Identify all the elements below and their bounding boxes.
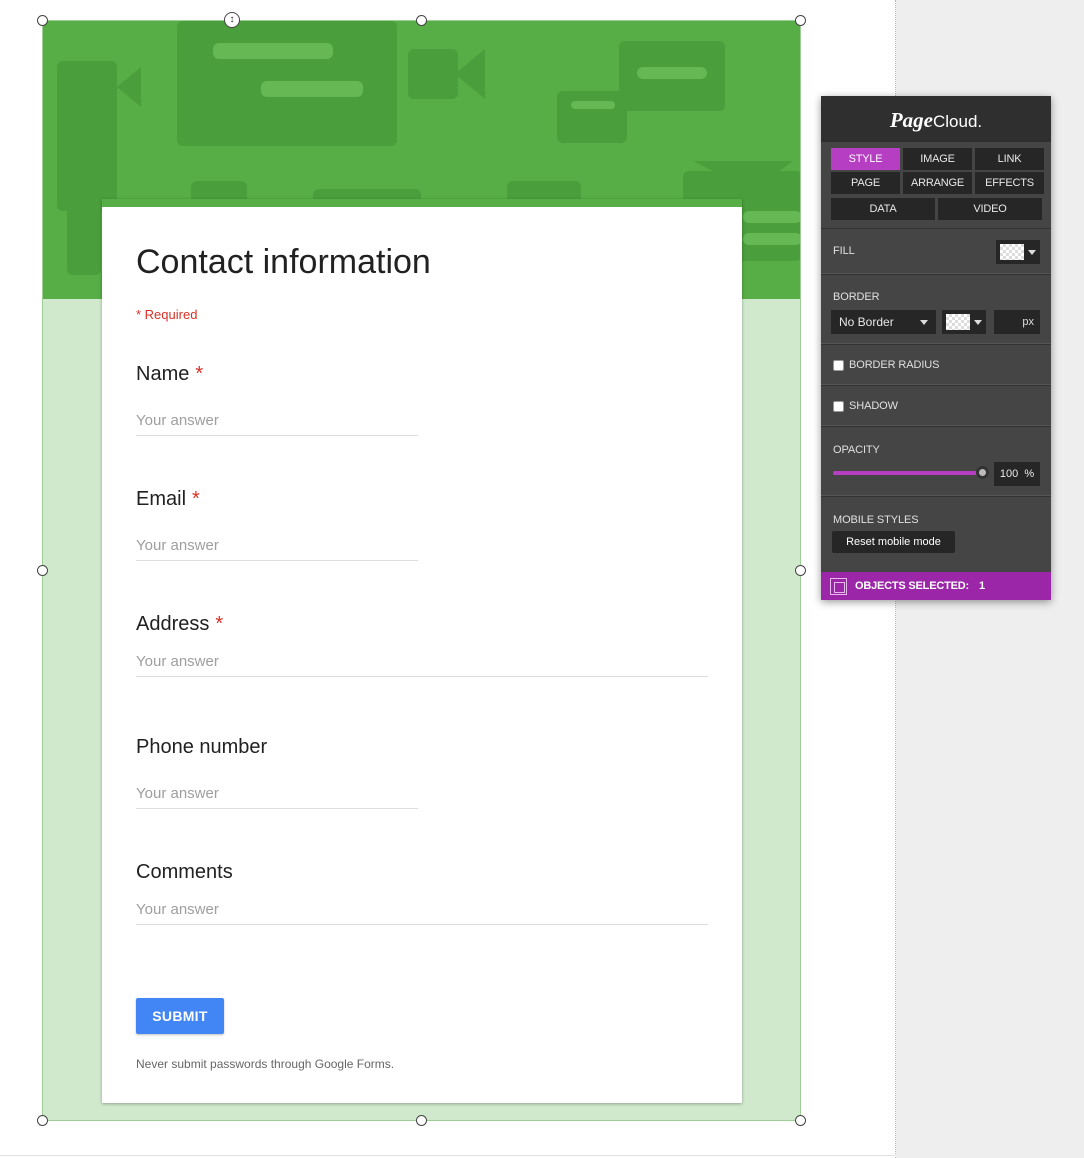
mobile-styles-label: MOBILE STYLES xyxy=(833,514,919,526)
tab-arrange[interactable]: ARRANGE xyxy=(903,172,972,194)
mobile-styles-section: MOBILE STYLES Reset mobile mode xyxy=(821,496,1051,572)
style-panel: PageCloud. STYLE IMAGE LINK PAGE ARRANGE… xyxy=(821,96,1051,600)
address-input[interactable] xyxy=(136,647,708,677)
opacity-slider-knob[interactable] xyxy=(976,466,989,479)
objects-selected-bar: OBJECTS SELECTED: 1 xyxy=(821,572,1051,600)
resize-handle-l[interactable] xyxy=(37,565,48,576)
dropdown-caret-icon xyxy=(920,319,928,325)
shadow-label: SHADOW xyxy=(849,400,898,412)
tab-link[interactable]: LINK xyxy=(975,148,1044,170)
reset-mobile-button[interactable]: Reset mobile mode xyxy=(832,531,955,553)
transparent-swatch xyxy=(946,314,970,330)
question-label-comments: Comments xyxy=(136,861,233,883)
border-label: BORDER xyxy=(833,291,880,303)
opacity-label: OPACITY xyxy=(833,444,880,456)
opacity-input[interactable]: 100 % xyxy=(994,462,1040,486)
question-label-email: Email * xyxy=(136,488,200,510)
required-star: * xyxy=(215,613,224,635)
border-style-value: No Border xyxy=(839,315,894,329)
opacity-slider[interactable] xyxy=(833,466,989,479)
move-handle-icon[interactable]: ↕ xyxy=(224,12,240,28)
submit-button[interactable]: SUBMIT xyxy=(136,998,224,1034)
resize-handle-tr[interactable] xyxy=(795,15,806,26)
comments-input[interactable] xyxy=(136,895,708,925)
tab-data[interactable]: DATA xyxy=(831,198,935,220)
selection-icon xyxy=(830,577,847,595)
resize-handle-t[interactable] xyxy=(416,15,427,26)
resize-handle-r[interactable] xyxy=(795,565,806,576)
resize-handle-br[interactable] xyxy=(795,1115,806,1126)
dropdown-caret-icon xyxy=(1028,249,1036,255)
shadow-checkbox[interactable] xyxy=(833,400,844,412)
password-warning: Never submit passwords through Google Fo… xyxy=(136,1057,395,1071)
border-section: BORDER No Border px xyxy=(821,274,1051,344)
tab-image[interactable]: IMAGE xyxy=(903,148,972,170)
embedded-form[interactable]: Contact information * Required Name* Ema… xyxy=(42,20,801,1121)
tab-style[interactable]: STYLE xyxy=(831,148,900,170)
fill-label: FILL xyxy=(833,245,855,257)
objects-selected-label: OBJECTS SELECTED: xyxy=(855,580,969,592)
border-color-picker[interactable] xyxy=(942,310,986,334)
page-bottom-border xyxy=(0,1155,896,1156)
panel-tabs: STYLE IMAGE LINK PAGE ARRANGE EFFECTS xyxy=(821,142,1051,198)
tab-video[interactable]: VIDEO xyxy=(938,198,1042,220)
border-radius-section: BORDER RADIUS xyxy=(821,344,1051,385)
fill-section: FILL xyxy=(821,228,1051,274)
question-label-phone: Phone number xyxy=(136,736,268,758)
tab-page[interactable]: PAGE xyxy=(831,172,900,194)
fill-color-picker[interactable] xyxy=(996,240,1040,264)
form-card: Contact information * Required Name* Ema… xyxy=(102,199,742,1103)
resize-handle-bl[interactable] xyxy=(37,1115,48,1126)
name-input[interactable] xyxy=(136,406,418,436)
transparent-swatch xyxy=(1000,244,1024,260)
email-input[interactable] xyxy=(136,531,418,561)
editor-canvas: Contact information * Required Name* Ema… xyxy=(0,0,1084,1158)
objects-selected-count: 1 xyxy=(978,580,985,592)
pagecloud-logo: PageCloud. xyxy=(821,96,1051,142)
panel-tabs-row2: DATA VIDEO xyxy=(821,198,1051,228)
opacity-section: OPACITY 100 % xyxy=(821,426,1051,496)
border-width-input[interactable]: px xyxy=(994,310,1040,334)
required-note: * Required xyxy=(136,307,198,322)
resize-handle-b[interactable] xyxy=(416,1115,427,1126)
dropdown-caret-icon xyxy=(974,319,982,325)
tab-effects[interactable]: EFFECTS xyxy=(975,172,1044,194)
resize-handle-tl[interactable] xyxy=(37,15,48,26)
required-star: * xyxy=(195,363,204,385)
border-style-select[interactable]: No Border xyxy=(831,310,936,334)
question-label-address: Address * xyxy=(136,613,224,635)
border-radius-checkbox[interactable] xyxy=(833,359,844,371)
required-star: * xyxy=(192,488,200,510)
shadow-section: SHADOW xyxy=(821,385,1051,426)
border-radius-label: BORDER RADIUS xyxy=(849,359,940,371)
question-label-name: Name * xyxy=(136,363,204,385)
phone-input[interactable] xyxy=(136,779,418,809)
form-title: Contact information xyxy=(136,243,431,281)
